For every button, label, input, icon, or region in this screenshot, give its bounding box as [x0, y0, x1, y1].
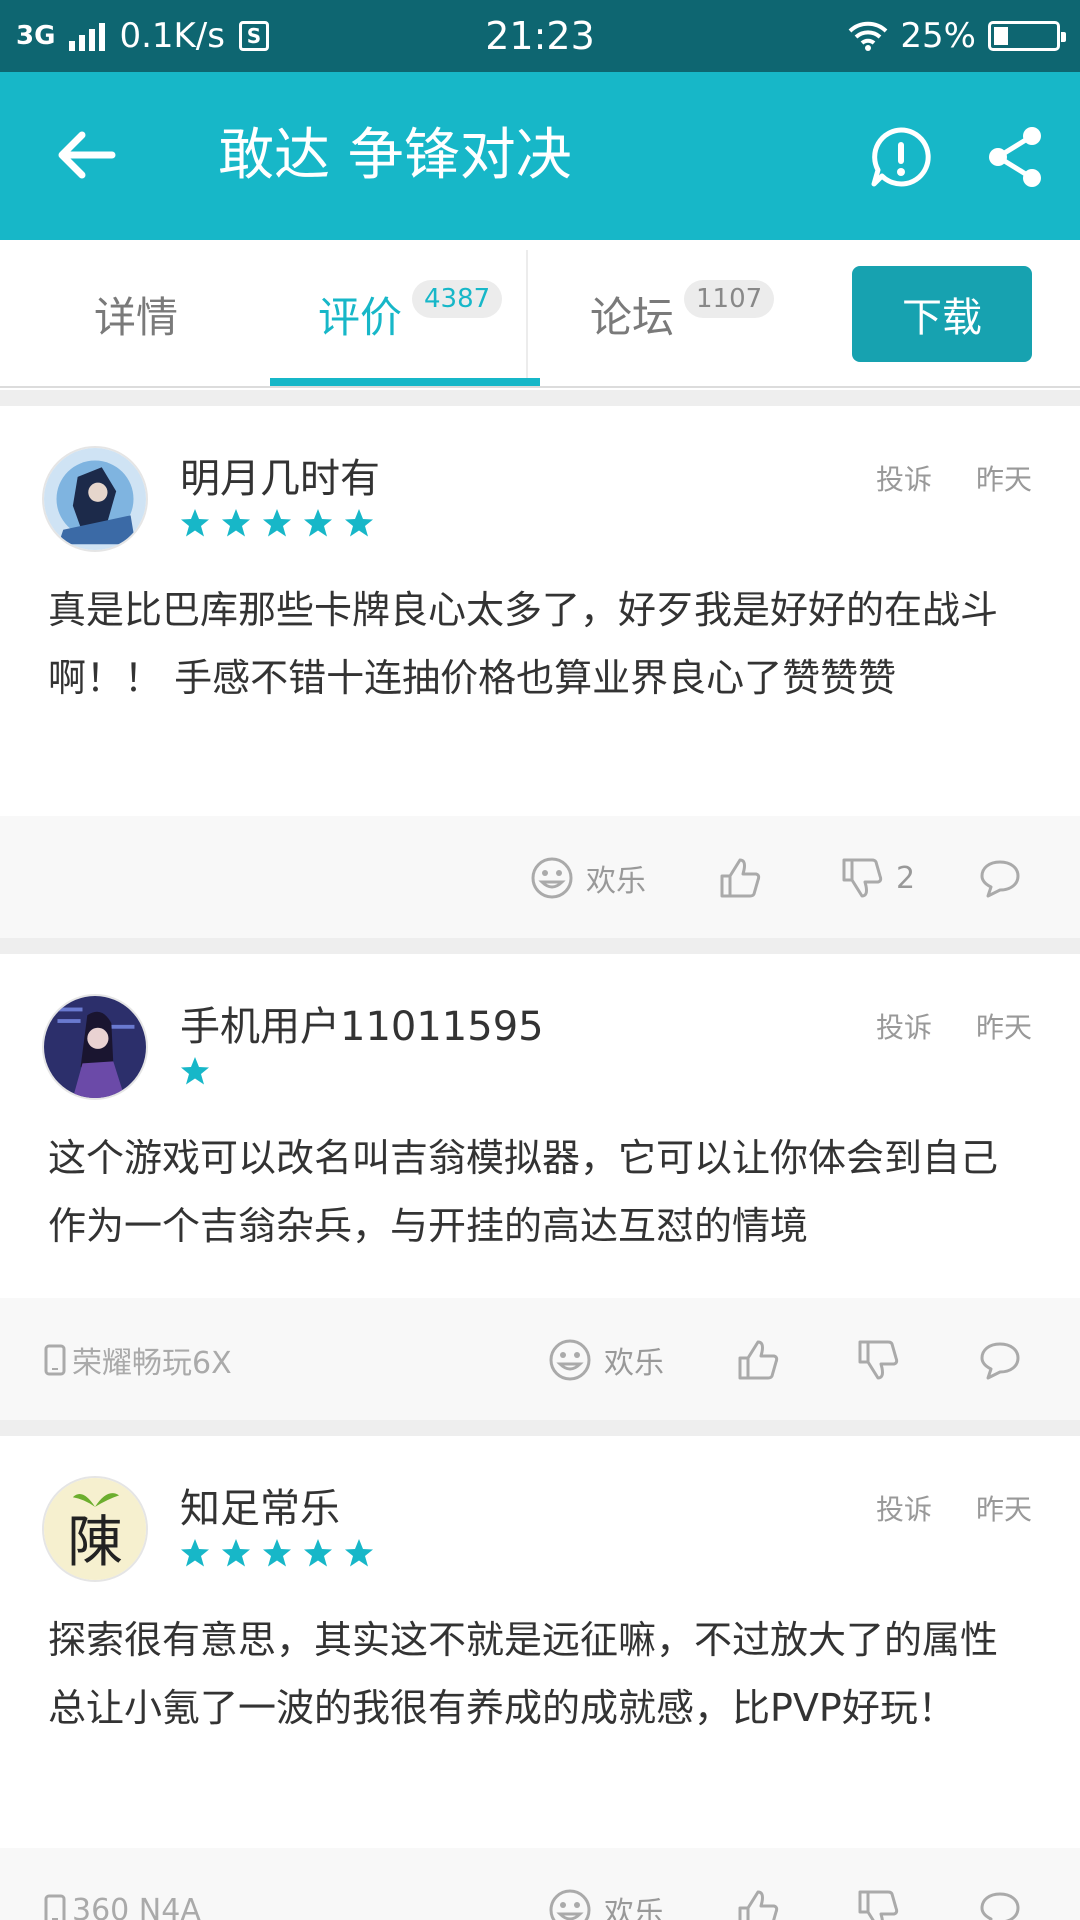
battery-icon: [988, 21, 1066, 51]
tab-reviews-label: 评价: [318, 292, 403, 342]
review-meta: 投诉 昨天: [876, 458, 1032, 498]
app-bar: 敢达 争锋对决: [0, 72, 1080, 240]
review-content: 真是比巴库那些卡牌良心太多了，好歹我是好好的在战斗啊！！ 手感不错十连抽价格也算…: [48, 588, 999, 700]
phone-icon: [44, 1894, 66, 1920]
smiley-icon: [549, 1339, 591, 1381]
emotion-button[interactable]: 欢乐: [530, 816, 646, 940]
tab-forum-label: 论坛: [590, 292, 675, 342]
review-content: 探索很有意思，其实这不就是远征嘛，不过放大了的属性总让小氪了一波的我很有养成的成…: [48, 1618, 999, 1730]
report-link[interactable]: 投诉: [876, 1488, 932, 1528]
review-date: 昨天: [975, 463, 1032, 496]
section-gap: [0, 938, 1080, 954]
comment-icon: [980, 860, 1020, 898]
thumbs-up-icon: [738, 1340, 779, 1380]
review-username: 知足常乐: [180, 1486, 340, 1532]
star-icon: [263, 509, 291, 537]
section-gap: [0, 390, 1080, 406]
star-icon: [181, 1057, 209, 1085]
device-name: 360 N4A: [72, 1892, 201, 1920]
dislike-button[interactable]: [856, 1298, 900, 1422]
star-icon: [222, 1539, 250, 1567]
report-icon[interactable]: [870, 126, 932, 188]
dislike-button[interactable]: 2: [840, 816, 915, 940]
star-icon: [345, 509, 373, 537]
back-arrow-icon[interactable]: [52, 120, 122, 190]
comment-button[interactable]: [978, 1298, 1022, 1422]
tab-details[interactable]: 详情: [94, 240, 178, 388]
avatar[interactable]: [42, 994, 148, 1100]
tab-forum[interactable]: 论坛 1107: [590, 240, 775, 388]
status-right: 25%: [848, 0, 1066, 72]
status-bar: 3G 0.1K/s S 21:23 25%: [0, 0, 1080, 72]
dislike-button[interactable]: [856, 1848, 900, 1920]
thumbs-up-icon: [720, 858, 761, 898]
review-card: 陳 知足常乐 投诉 昨天 探索很有意思，其实这不就是远征嘛，不过放大了的属性总让…: [0, 1436, 1080, 1920]
avatar[interactable]: 陳: [42, 1476, 148, 1582]
phone-icon: [44, 1344, 66, 1376]
emotion-button[interactable]: 欢乐: [548, 1298, 664, 1422]
emotion-button[interactable]: 欢乐: [548, 1848, 664, 1920]
avatar[interactable]: [42, 446, 148, 552]
like-button[interactable]: [718, 816, 762, 940]
forum-count-badge: 1107: [684, 280, 775, 318]
app-title: 敢达 争锋对决: [218, 123, 572, 188]
review-card: 明月几时有 投诉 昨天 真是比巴库那些卡牌良心太多了，好歹我是好好的在战斗啊！！…: [0, 406, 1080, 940]
thumbs-up-icon: [738, 1890, 779, 1920]
download-button[interactable]: 下载: [852, 266, 1032, 362]
thumbs-down-icon: [858, 1890, 899, 1920]
star-icon: [345, 1539, 373, 1567]
device-info: 荣耀畅玩6X: [44, 1298, 232, 1422]
report-link[interactable]: 投诉: [876, 458, 932, 498]
thumbs-down-icon: [842, 858, 883, 898]
like-button[interactable]: [736, 1848, 780, 1920]
star-icon: [181, 1539, 209, 1567]
tab-reviews[interactable]: 评价 4387: [318, 240, 503, 388]
comment-icon: [980, 1342, 1020, 1380]
section-gap: [0, 1420, 1080, 1436]
review-actions: 欢乐 2: [0, 816, 1080, 940]
thumbs-down-icon: [858, 1340, 899, 1380]
star-icon: [304, 509, 332, 537]
rating-stars: [180, 1056, 210, 1086]
comment-button[interactable]: [978, 816, 1022, 940]
star-icon: [263, 1539, 291, 1567]
review-date: 昨天: [975, 1011, 1032, 1044]
review-username: 明月几时有: [180, 456, 380, 502]
review-meta: 投诉 昨天: [876, 1488, 1032, 1528]
reviews-count-badge: 4387: [412, 280, 503, 318]
review-actions: 荣耀畅玩6X 欢乐: [0, 1298, 1080, 1422]
comment-button[interactable]: [978, 1848, 1022, 1920]
like-button[interactable]: [736, 1298, 780, 1422]
tab-details-label: 详情: [94, 292, 179, 342]
rating-stars: [180, 1538, 374, 1568]
star-icon: [304, 1539, 332, 1567]
star-icon: [222, 509, 250, 537]
review-card: 手机用户11011595 投诉 昨天 这个游戏可以改名叫吉翁模拟器，它可以让你体…: [0, 954, 1080, 1422]
tab-divider: [526, 250, 528, 378]
active-tab-indicator: [270, 378, 540, 386]
star-icon: [181, 509, 209, 537]
review-meta: 投诉 昨天: [876, 1006, 1032, 1046]
emotion-label: 欢乐: [586, 864, 646, 899]
report-link[interactable]: 投诉: [876, 1006, 932, 1046]
review-username: 手机用户11011595: [180, 1004, 544, 1050]
svg-text:陳: 陳: [67, 1510, 123, 1575]
device-name: 荣耀畅玩6X: [72, 1346, 232, 1381]
rating-stars: [180, 508, 374, 538]
battery-percent: 25%: [900, 16, 976, 56]
emotion-label: 欢乐: [604, 1896, 664, 1920]
review-date: 昨天: [975, 1493, 1032, 1526]
review-content: 这个游戏可以改名叫吉翁模拟器，它可以让你体会到自己作为一个吉翁杂兵，与开挂的高达…: [48, 1136, 999, 1248]
smiley-icon: [549, 1889, 591, 1920]
wifi-icon: [849, 21, 888, 51]
smiley-icon: [531, 857, 573, 899]
share-icon[interactable]: [986, 126, 1044, 188]
emotion-label: 欢乐: [604, 1346, 664, 1381]
dislike-count: 2: [896, 860, 916, 896]
comment-icon: [980, 1892, 1020, 1920]
tab-bar: 详情 评价 4387 论坛 1107 下载: [0, 240, 1080, 388]
device-info: 360 N4A: [44, 1848, 201, 1920]
review-actions: 360 N4A 欢乐: [0, 1848, 1080, 1920]
